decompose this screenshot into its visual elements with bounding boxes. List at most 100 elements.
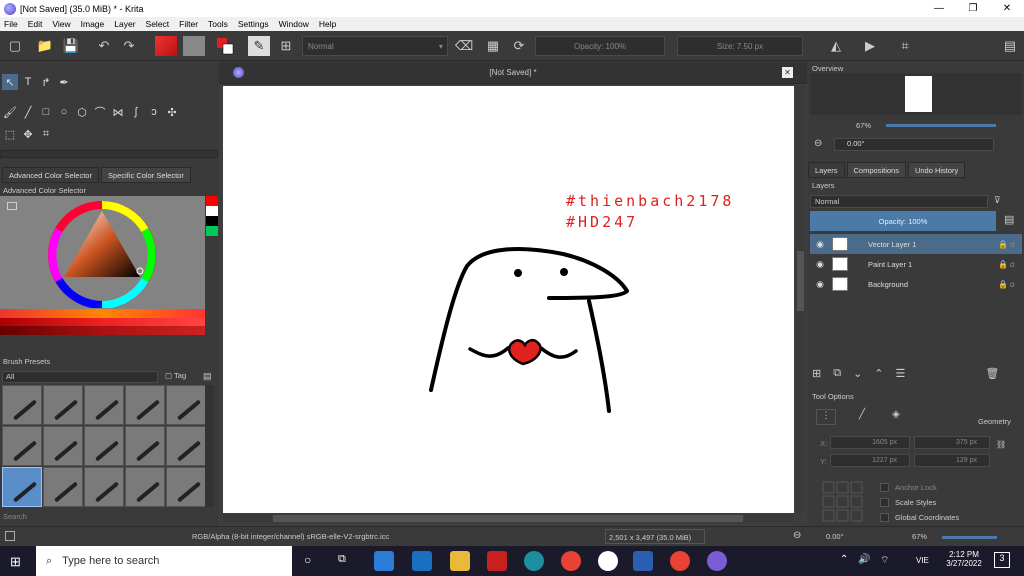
- windows-start-icon[interactable]: ⊞: [10, 554, 24, 569]
- layer-opacity-slider[interactable]: Opacity: 100%: [810, 211, 996, 231]
- lock-icon[interactable]: 🔒: [998, 240, 1010, 249]
- opacity-slider[interactable]: Opacity: 100%: [535, 36, 665, 56]
- height-input[interactable]: 129 px: [914, 454, 990, 467]
- brush-preset-icon[interactable]: ✎: [248, 36, 270, 56]
- brush-preset[interactable]: [125, 467, 165, 507]
- drawing-canvas[interactable]: #thienbach2178 #HD247: [223, 86, 794, 513]
- x-input[interactable]: 1605 px: [830, 436, 910, 449]
- network-icon[interactable]: ⌔: [880, 554, 889, 567]
- undo-icon[interactable]: ↶: [95, 37, 113, 55]
- freehand-brush-tool-icon[interactable]: 🖌: [2, 104, 18, 120]
- save-icon[interactable]: 💾: [62, 37, 80, 55]
- chain-link-icon[interactable]: ⛓: [996, 440, 1006, 449]
- polygon-tool-icon[interactable]: ⬡: [74, 104, 90, 120]
- cortana-icon[interactable]: ○: [304, 553, 311, 567]
- open-folder-icon[interactable]: 📁: [36, 37, 54, 55]
- alpha-lock-icon[interactable]: α: [1010, 240, 1022, 249]
- document-thumbnail[interactable]: [905, 76, 932, 112]
- brush-preset[interactable]: [43, 385, 83, 425]
- menu-view[interactable]: View: [52, 19, 70, 29]
- mirror-vertical-icon[interactable]: ▶: [862, 37, 878, 55]
- brush-preset[interactable]: [84, 426, 124, 466]
- alpha-lock-icon[interactable]: α: [1010, 280, 1022, 289]
- krita-taskbar-icon[interactable]: [707, 551, 727, 571]
- alpha-lock-icon[interactable]: α: [1010, 260, 1022, 269]
- crop-tool-icon[interactable]: ⌗: [38, 126, 54, 142]
- word-app-icon[interactable]: [633, 551, 653, 571]
- color-wheel[interactable]: [0, 196, 205, 309]
- calligraphy-tool-icon[interactable]: ✒: [56, 74, 72, 90]
- brush-preset[interactable]: [2, 426, 42, 466]
- task-view-icon[interactable]: ⧉: [338, 553, 346, 566]
- layer-blend-mode-select[interactable]: Normal: [810, 195, 988, 208]
- menu-select[interactable]: Select: [146, 19, 170, 29]
- canvas-vertical-scrollbar[interactable]: [796, 86, 805, 513]
- visibility-eye-icon[interactable]: ◉: [810, 239, 830, 250]
- brush-scrollbar[interactable]: [205, 385, 214, 507]
- edge-browser-icon[interactable]: [524, 551, 544, 571]
- app-with-badge-icon[interactable]: [598, 551, 618, 571]
- select-mode-icon[interactable]: ⋮: [816, 409, 836, 425]
- polyline-tool-icon[interactable]: ⌒: [92, 104, 108, 120]
- size-slider[interactable]: Size: 7.50 px: [677, 36, 803, 56]
- alpha-lock-icon[interactable]: ▦: [484, 37, 502, 55]
- tab-layers[interactable]: Layers: [808, 162, 845, 178]
- menu-file[interactable]: File: [4, 19, 18, 29]
- brush-preset[interactable]: [166, 385, 206, 425]
- tab-specific-color-selector[interactable]: Specific Color Selector: [100, 167, 191, 183]
- visibility-eye-icon[interactable]: ◉: [810, 259, 830, 270]
- rectangle-tool-icon[interactable]: □: [38, 104, 54, 120]
- eraser-icon[interactable]: ⌫: [455, 37, 473, 55]
- blend-mode-select[interactable]: Normal ▾: [302, 36, 448, 56]
- fill-icon[interactable]: ◈: [886, 409, 906, 425]
- layer-row-paint-layer-1[interactable]: ◉ Paint Layer 1 🔒 α: [810, 254, 1022, 274]
- scale-styles-checkbox[interactable]: [880, 498, 889, 507]
- bezier-tool-icon[interactable]: ⋈: [110, 104, 126, 120]
- multibrush-tool-icon[interactable]: ✣: [164, 104, 180, 120]
- rotation-input[interactable]: 0.00°: [834, 138, 994, 151]
- move-layer-down-icon[interactable]: ⌄: [853, 367, 862, 380]
- text-tool-icon[interactable]: T: [20, 74, 36, 90]
- freehand-path-tool-icon[interactable]: ʃ: [128, 104, 144, 120]
- ellipse-tool-icon[interactable]: ○: [56, 104, 72, 120]
- brush-filter-select[interactable]: All: [2, 371, 158, 383]
- brush-preset[interactable]: [84, 467, 124, 507]
- fg-bg-color-icon[interactable]: [215, 37, 235, 55]
- y-input[interactable]: 1227 px: [830, 454, 910, 467]
- brush-preset[interactable]: [125, 385, 165, 425]
- global-coordinates-checkbox[interactable]: [880, 513, 889, 522]
- toolbox-scrollbar[interactable]: [0, 150, 218, 158]
- minimize-icon[interactable]: —: [922, 0, 956, 17]
- layer-row-vector-layer-1[interactable]: ◉ Vector Layer 1 🔒 α: [810, 234, 1022, 254]
- brush-search-input[interactable]: Search: [3, 512, 27, 521]
- brush-view-icon[interactable]: ▤: [203, 371, 215, 383]
- duplicate-layer-icon[interactable]: ⧉: [833, 367, 841, 380]
- delete-layer-icon[interactable]: 🗑: [985, 367, 999, 380]
- menu-help[interactable]: Help: [319, 19, 336, 29]
- mirror-horizontal-icon[interactable]: ◭: [828, 37, 844, 55]
- menu-image[interactable]: Image: [81, 19, 105, 29]
- reload-preset-icon[interactable]: ⟳: [510, 37, 528, 55]
- move-tool-icon[interactable]: ✥: [20, 126, 36, 142]
- overview-preview[interactable]: [810, 73, 1022, 115]
- brush-preset[interactable]: [125, 426, 165, 466]
- menu-tools[interactable]: Tools: [208, 19, 228, 29]
- layer-row-background[interactable]: ◉ Background 🔒 α: [810, 274, 1022, 294]
- store-app-icon[interactable]: [374, 551, 394, 571]
- color-history-bar[interactable]: [0, 309, 205, 335]
- color-settings-icon[interactable]: [7, 202, 17, 210]
- brush-preset[interactable]: [166, 426, 206, 466]
- add-layer-icon[interactable]: ⊞: [812, 367, 821, 380]
- brush-preset[interactable]: [2, 385, 42, 425]
- stroke-icon[interactable]: ╱: [852, 409, 872, 425]
- zoom-slider[interactable]: [942, 536, 997, 539]
- transform-tool-icon[interactable]: ⬚: [2, 126, 18, 142]
- close-document-icon[interactable]: ✕: [782, 67, 793, 78]
- notifications-icon[interactable]: 3: [994, 552, 1010, 568]
- anchor-lock-checkbox[interactable]: [880, 483, 889, 492]
- menu-filter[interactable]: Filter: [179, 19, 198, 29]
- chrome-browser-icon[interactable]: [561, 551, 581, 571]
- overview-zoom-slider[interactable]: [886, 124, 996, 127]
- width-input[interactable]: 375 px: [914, 436, 990, 449]
- menu-edit[interactable]: Edit: [28, 19, 43, 29]
